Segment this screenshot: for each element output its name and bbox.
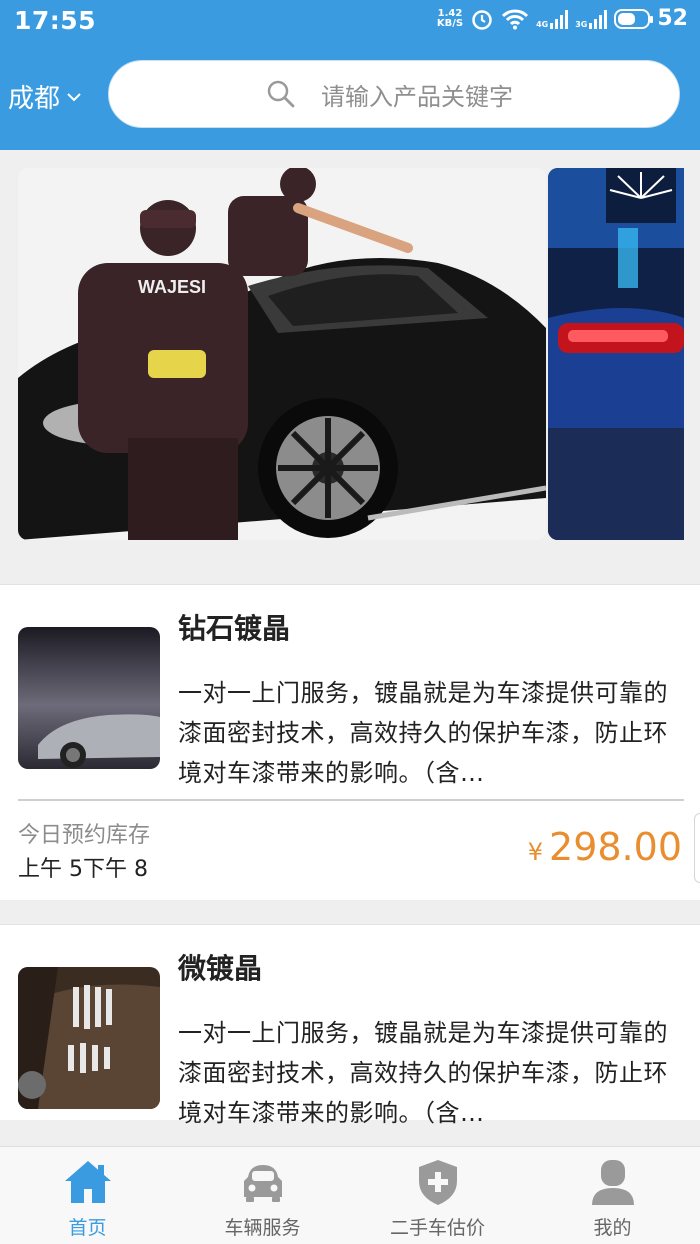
product-description: 一对一上门服务，镀晶就是为车漆提供可靠的漆面密封技术，高效持久的保护车漆，防止环…: [178, 679, 668, 787]
banner-slide-next[interactable]: [548, 168, 684, 540]
status-time: 17:55: [14, 6, 97, 35]
network-speed-value: 1.42: [437, 7, 463, 19]
product-description: 一对一上门服务，镀晶就是为车漆提供可靠的漆面密封技术，高效持久的保护车漆，防止环…: [178, 1019, 668, 1127]
signal-4g-label: 4G: [536, 19, 549, 29]
city-selector[interactable]: 成都: [8, 78, 82, 115]
network-speed-unit: KB/S: [436, 17, 464, 29]
alarm-icon: [472, 9, 492, 30]
product-thumbnail[interactable]: [18, 967, 160, 1109]
battery-icon: [614, 8, 654, 29]
car-icon: [243, 1165, 282, 1202]
search-bar[interactable]: 请输入产品关键字: [108, 60, 680, 128]
signal-3g-label: 3G: [575, 19, 588, 29]
city-label: 成都: [8, 84, 61, 114]
nav-item-vehicle-service[interactable]: 车辆服务: [175, 1147, 350, 1244]
nav-label-home: 首页: [68, 1217, 107, 1239]
signal-3g-icon: 3G: [575, 9, 608, 29]
car-hood-photo: [18, 967, 160, 1109]
status-icons: 1.42 KB/S 4G 3G 52: [437, 6, 688, 31]
product-title: 微镀晶: [178, 952, 263, 985]
nav-item-home[interactable]: 首页: [0, 1147, 175, 1244]
signal-4g-icon: 4G: [536, 9, 569, 29]
status-bar: 17:55 1.42 KB/S 4G 3G 52: [0, 0, 700, 46]
nav-item-used-car-valuation[interactable]: 二手车估价: [350, 1147, 525, 1244]
banner-brand-text: WAJESI: [138, 277, 206, 297]
nav-label-used-car-valuation: 二手车估价: [389, 1217, 485, 1239]
app-header: 成都 请输入产品关键字: [0, 46, 700, 150]
product-thumbnail[interactable]: [18, 627, 160, 769]
banner-image: WAJESI: [18, 168, 546, 540]
banner-carousel[interactable]: WAJESI: [0, 150, 700, 560]
car-photo: [18, 627, 160, 769]
price-amount: 298.00: [549, 825, 682, 869]
product-card[interactable]: 微镀晶 一对一上门服务，镀晶就是为车漆提供可靠的漆面密封技术，高效持久的保护车漆…: [0, 924, 700, 1127]
product-price: ¥ 298.00: [528, 825, 682, 869]
home-icon: [64, 1161, 111, 1203]
nav-item-profile[interactable]: 我的: [525, 1147, 700, 1244]
side-drawer-handle[interactable]: [694, 813, 700, 883]
chevron-down-icon: [67, 92, 81, 101]
banner-slide-car-detailing[interactable]: WAJESI: [18, 168, 546, 540]
battery-level: 52: [657, 6, 688, 31]
wifi-icon: [502, 9, 529, 29]
shield-plus-icon: [418, 1160, 457, 1205]
search-icon: [267, 80, 295, 108]
product-card[interactable]: 钻石镀晶 一对一上门服务，镀晶就是为车漆提供可靠的漆面密封技术，高效持久的保护车…: [0, 584, 700, 900]
nav-label-vehicle-service: 车辆服务: [224, 1217, 301, 1239]
search-placeholder: 请输入产品关键字: [321, 82, 513, 111]
stock-value: 上午 5下午 8: [18, 857, 148, 882]
divider: [18, 799, 684, 801]
stock-label: 今日预约库存: [18, 823, 151, 848]
banner-next-image: [548, 168, 684, 540]
network-speed: 1.42 KB/S: [436, 7, 464, 29]
bottom-nav: 首页 车辆服务 二手车估价 我的: [0, 1146, 700, 1244]
user-icon: [591, 1160, 634, 1205]
price-currency: ¥: [527, 838, 544, 866]
nav-label-profile: 我的: [593, 1217, 632, 1239]
product-title: 钻石镀晶: [178, 612, 291, 645]
